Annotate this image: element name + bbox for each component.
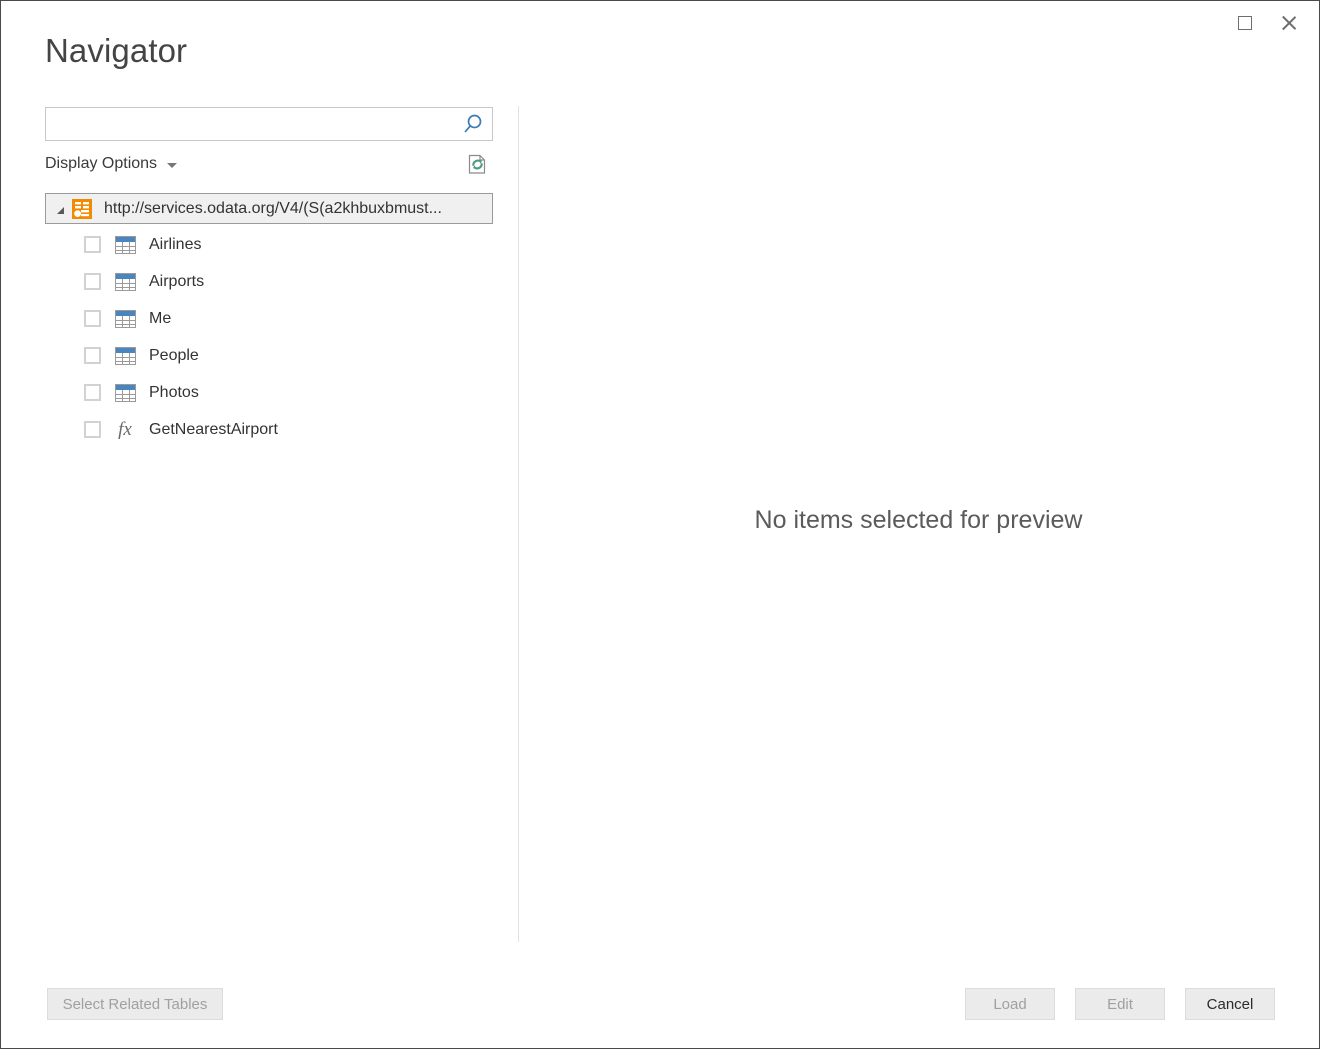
maximize-button[interactable] bbox=[1223, 7, 1267, 39]
footer-bar: Select Related Tables Load Edit Cancel bbox=[1, 940, 1319, 1048]
preview-empty-message: No items selected for preview bbox=[519, 506, 1318, 535]
tree-item-photos[interactable]: Photos bbox=[45, 374, 493, 411]
title-bar bbox=[1, 1, 1319, 43]
preview-pane: No items selected for preview bbox=[519, 106, 1318, 942]
tree-item-label: GetNearestAirport bbox=[149, 421, 278, 439]
chevron-down-icon bbox=[167, 163, 177, 168]
tree-item-me[interactable]: Me bbox=[45, 300, 493, 337]
tree-root-node[interactable]: http://services.odata.org/V4/(S(a2khbuxb… bbox=[45, 193, 493, 224]
edit-button[interactable]: Edit bbox=[1075, 988, 1165, 1020]
load-button[interactable]: Load bbox=[965, 988, 1055, 1020]
table-icon bbox=[114, 309, 136, 328]
tree-item-getnearestairport[interactable]: fx GetNearestAirport bbox=[45, 411, 493, 448]
tree-item-label: Airports bbox=[149, 273, 204, 291]
close-icon bbox=[1280, 14, 1298, 32]
tree-children: Airlines Airports bbox=[45, 226, 493, 448]
display-options-row: Display Options bbox=[45, 155, 493, 183]
tree-item-airports[interactable]: Airports bbox=[45, 263, 493, 300]
table-icon bbox=[114, 235, 136, 254]
checkbox-photos[interactable] bbox=[84, 384, 101, 401]
search-icon[interactable] bbox=[462, 113, 484, 135]
tree-item-label: Airlines bbox=[149, 236, 201, 254]
page-title: Navigator bbox=[45, 29, 187, 73]
checkbox-getnearestairport[interactable] bbox=[84, 421, 101, 438]
navigator-dialog: Navigator Display Options bbox=[0, 0, 1320, 1049]
checkbox-airports[interactable] bbox=[84, 273, 101, 290]
odata-feed-icon bbox=[72, 199, 92, 219]
select-related-tables-button[interactable]: Select Related Tables bbox=[47, 988, 223, 1020]
cancel-button[interactable]: Cancel bbox=[1185, 988, 1275, 1020]
function-icon: fx bbox=[114, 420, 136, 439]
tree-item-label: Photos bbox=[149, 384, 199, 402]
close-button[interactable] bbox=[1267, 7, 1311, 39]
tree-item-label: People bbox=[149, 347, 199, 365]
display-options-label: Display Options bbox=[45, 155, 157, 173]
checkbox-airlines[interactable] bbox=[84, 236, 101, 253]
search-box[interactable] bbox=[45, 107, 493, 141]
search-input[interactable] bbox=[46, 108, 456, 140]
triangle-expanded-icon bbox=[57, 207, 64, 214]
checkbox-me[interactable] bbox=[84, 310, 101, 327]
tree-item-people[interactable]: People bbox=[45, 337, 493, 374]
table-icon bbox=[114, 383, 136, 402]
table-icon bbox=[114, 272, 136, 291]
expand-collapse-toggle[interactable] bbox=[52, 205, 68, 212]
window-controls bbox=[1223, 7, 1311, 39]
left-pane: Display Options bbox=[45, 107, 495, 448]
table-icon bbox=[114, 346, 136, 365]
refresh-page-icon[interactable] bbox=[466, 153, 490, 179]
tree-item-label: Me bbox=[149, 310, 171, 328]
maximize-icon bbox=[1238, 16, 1252, 30]
display-options-dropdown[interactable]: Display Options bbox=[45, 155, 177, 173]
checkbox-people[interactable] bbox=[84, 347, 101, 364]
tree-root-label: http://services.odata.org/V4/(S(a2khbuxb… bbox=[104, 200, 442, 218]
tree-item-airlines[interactable]: Airlines bbox=[45, 226, 493, 263]
source-tree: http://services.odata.org/V4/(S(a2khbuxb… bbox=[45, 193, 493, 448]
